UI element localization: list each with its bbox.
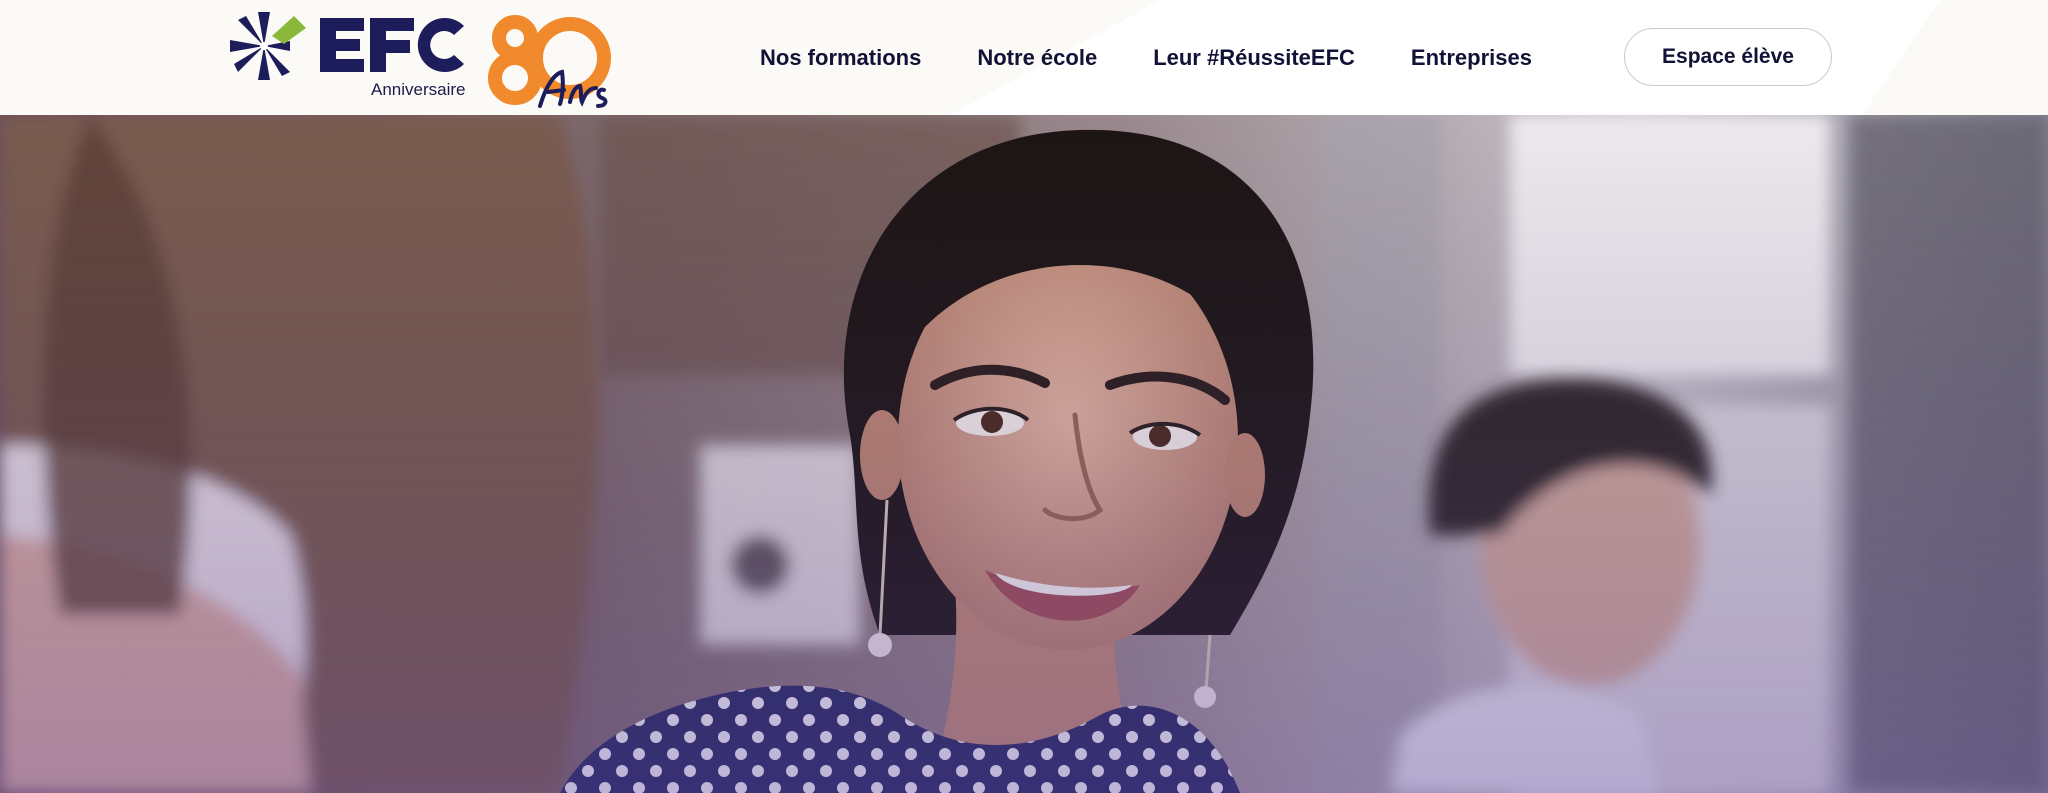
nav-item-reussite[interactable]: Leur #RéussiteEFC xyxy=(1153,45,1355,71)
main-navigation: Nos formations Notre école Leur #Réussit… xyxy=(760,0,1588,115)
site-header: Anniversaire Nos formations Notre école … xyxy=(0,0,2048,115)
nav-item-ecole[interactable]: Notre école xyxy=(977,45,1097,71)
student-space-button[interactable]: Espace élève xyxy=(1624,28,1832,86)
efc-logo[interactable]: Anniversaire xyxy=(218,6,618,111)
logo-subtitle: Anniversaire xyxy=(371,80,466,99)
nav-item-formations[interactable]: Nos formations xyxy=(760,45,921,71)
hero-photo xyxy=(0,115,2048,793)
hero-banner xyxy=(0,115,2048,793)
nav-item-entreprises[interactable]: Entreprises xyxy=(1411,45,1532,71)
